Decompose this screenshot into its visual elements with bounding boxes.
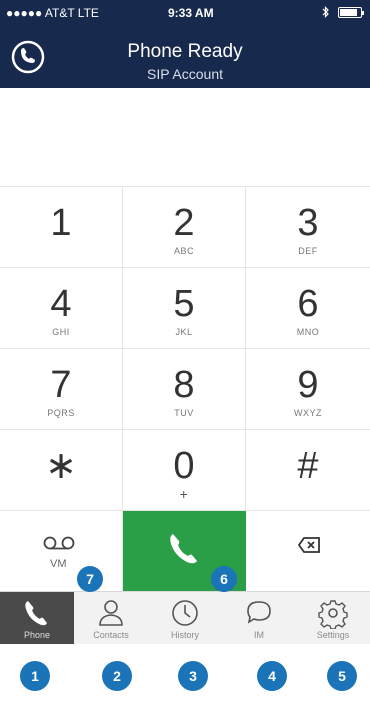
- chat-bubble-icon: [247, 601, 271, 624]
- carrier-label: ●●●●● AT&T LTE: [6, 6, 99, 20]
- status-right: [322, 6, 364, 18]
- callout-badge-6: 6: [211, 566, 237, 592]
- callout-badge-5: 5: [327, 661, 357, 691]
- tab-bar: Phone Contacts History IM Settings: [0, 591, 370, 644]
- account-subtitle: SIP Account: [146, 66, 223, 82]
- callout-badge-4: 4: [257, 661, 287, 691]
- key-letters: ABC: [173, 246, 194, 256]
- tab-contacts[interactable]: Contacts: [74, 592, 148, 644]
- dial-keypad: 1 2 ABC 3 DEF 4 GHI 5 JKL 6 MNO 7 PQRS 8 TUV 9 W…: [0, 186, 370, 592]
- phone-icon: [170, 534, 197, 564]
- voicemail-button[interactable]: VM: [0, 511, 123, 592]
- key-1[interactable]: 1: [0, 187, 123, 268]
- key-digit: 9: [297, 364, 319, 406]
- key-digit: 0: [173, 445, 195, 487]
- tab-label: IM: [254, 630, 264, 640]
- tab-phone[interactable]: Phone: [0, 592, 74, 644]
- tab-label: Contacts: [93, 630, 129, 640]
- callout-badge-1: 1: [20, 661, 50, 691]
- backspace-icon: [298, 537, 320, 553]
- key-4[interactable]: 4 GHI: [0, 268, 123, 349]
- key-star[interactable]: ∗: [0, 430, 123, 511]
- clock-icon: [172, 600, 198, 626]
- key-digit: 4: [50, 283, 72, 325]
- app-header: ●●●●● AT&T LTE 9:33 AM Phone Ready SIP A…: [0, 0, 370, 88]
- key-digit: ∗: [45, 445, 77, 487]
- key-letters: JKL: [175, 327, 193, 337]
- key-5[interactable]: 5 JKL: [123, 268, 246, 349]
- tab-history[interactable]: History: [148, 592, 222, 644]
- key-digit: 8: [173, 364, 195, 406]
- key-7[interactable]: 7 PQRS: [0, 349, 123, 430]
- voicemail-icon: [43, 536, 75, 550]
- bluetooth-icon: [322, 6, 329, 18]
- tab-label: Phone: [23, 630, 51, 640]
- key-letters: MNO: [296, 327, 320, 337]
- battery-icon: [338, 6, 364, 18]
- key-9[interactable]: 9 WXYZ: [246, 349, 370, 430]
- key-digit: 3: [297, 202, 319, 244]
- callout-badge-3: 3: [178, 661, 208, 691]
- status-bar: ●●●●● AT&T LTE 9:33 AM: [6, 6, 364, 22]
- key-digit: 5: [173, 283, 195, 325]
- key-2[interactable]: 2 ABC: [123, 187, 246, 268]
- key-digit: 7: [50, 364, 72, 406]
- callout-badge-7: 7: [77, 566, 103, 592]
- status-time: 9:33 AM: [168, 6, 214, 20]
- key-letters: PQRS: [47, 408, 75, 418]
- dialed-number-display: [0, 88, 370, 186]
- key-letters: GHI: [52, 327, 70, 337]
- page-title: Phone Ready: [127, 41, 243, 62]
- key-digit: 1: [50, 202, 72, 244]
- key-letters: DEF: [298, 246, 318, 256]
- voicemail-label: VM: [50, 558, 67, 570]
- key-6[interactable]: 6 MNO: [246, 268, 370, 349]
- phone-icon: [25, 601, 47, 626]
- key-digit: #: [297, 445, 319, 487]
- tab-label: History: [170, 630, 199, 640]
- key-digit: 6: [297, 283, 319, 325]
- key-0[interactable]: 0 +: [123, 430, 246, 511]
- callout-badge-2: 2: [102, 661, 132, 691]
- tab-label: Settings: [316, 630, 350, 640]
- key-letters: WXYZ: [294, 408, 322, 418]
- key-letters: +: [179, 486, 189, 502]
- gear-icon: [318, 600, 348, 629]
- tab-settings[interactable]: Settings: [296, 592, 370, 644]
- key-8[interactable]: 8 TUV: [123, 349, 246, 430]
- contacts-icon: [99, 600, 123, 626]
- key-digit: 2: [173, 202, 195, 244]
- backspace-button[interactable]: [246, 511, 370, 592]
- key-hash[interactable]: #: [246, 430, 370, 511]
- tab-im[interactable]: IM: [222, 592, 296, 644]
- key-letters: TUV: [174, 408, 194, 418]
- key-3[interactable]: 3 DEF: [246, 187, 370, 268]
